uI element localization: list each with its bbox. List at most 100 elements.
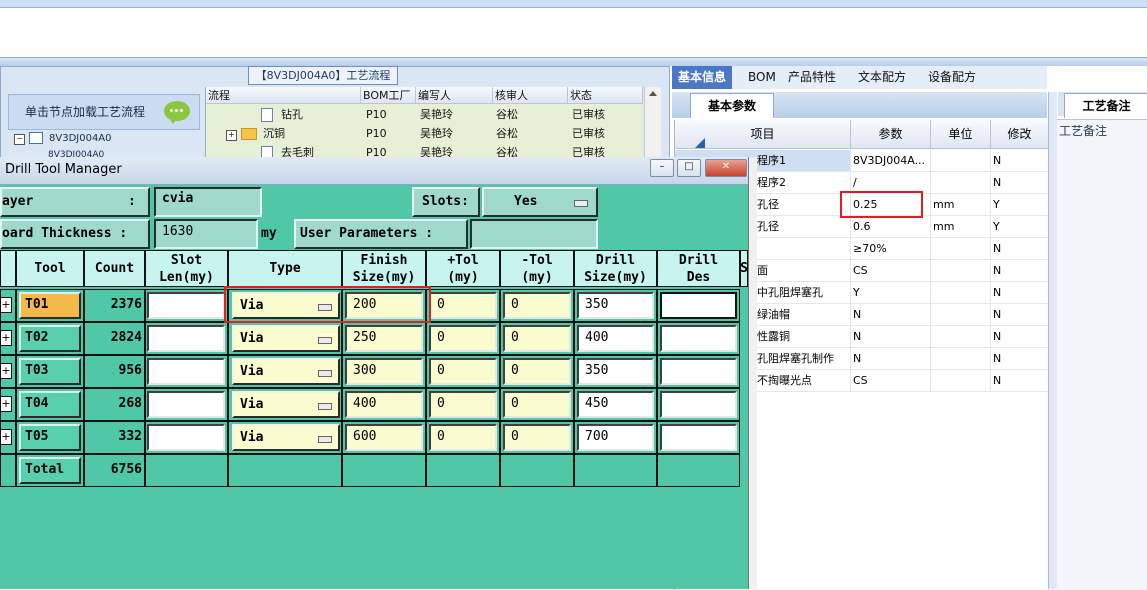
- tool-button-t05[interactable]: T05: [19, 424, 81, 451]
- scroll-up-icon[interactable]: [649, 91, 657, 96]
- col-header-count: Count: [84, 250, 145, 287]
- slot-length-input[interactable]: [147, 358, 225, 385]
- user-parameters-field[interactable]: [470, 219, 598, 249]
- param-value[interactable]: CS: [851, 260, 931, 282]
- drill-size-input[interactable]: 350: [577, 292, 654, 319]
- tool-button-t01[interactable]: T01: [19, 292, 81, 319]
- type-select[interactable]: Via: [232, 424, 340, 451]
- minus-tol-input[interactable]: 0: [503, 292, 571, 319]
- minus-tol-input[interactable]: 0: [503, 325, 571, 352]
- grid-cell-status: 已审核: [572, 146, 605, 158]
- grid-row-step[interactable]: 钻孔: [261, 106, 359, 124]
- row-select-icon[interactable]: +: [0, 429, 12, 445]
- param-value[interactable]: N: [851, 326, 931, 348]
- dropdown-icon: [318, 436, 332, 443]
- finish-size-input[interactable]: 250: [345, 325, 423, 352]
- vertical-scrollbar[interactable]: [644, 87, 661, 163]
- row-select-icon[interactable]: +: [0, 363, 12, 379]
- grid-header-writer[interactable]: 编写人: [416, 87, 493, 104]
- slot-length-input[interactable]: [147, 292, 225, 319]
- slot-length-input[interactable]: [147, 391, 225, 418]
- drill-des-input[interactable]: [660, 391, 737, 418]
- panel-splitter[interactable]: [1048, 92, 1057, 589]
- row-select-icon[interactable]: +: [0, 330, 12, 346]
- param-edit: N: [991, 238, 1049, 260]
- col-header-value[interactable]: 参数: [851, 120, 931, 149]
- drill-des-input[interactable]: [660, 424, 737, 451]
- expand-icon[interactable]: +: [226, 130, 237, 141]
- grid-row-step[interactable]: 去毛刺: [261, 144, 359, 158]
- maximize-button[interactable]: □: [677, 159, 701, 177]
- drill-des-input[interactable]: [660, 325, 737, 352]
- finish-size-input[interactable]: 400: [345, 391, 423, 418]
- grid-row-step[interactable]: + 沉铜: [226, 125, 359, 143]
- drill-size-input[interactable]: 350: [577, 358, 654, 385]
- tool-button-t03[interactable]: T03: [19, 358, 81, 385]
- type-select[interactable]: Via: [232, 391, 340, 418]
- plus-tol-input[interactable]: 0: [429, 325, 497, 352]
- grid-header-status[interactable]: 状态: [568, 87, 643, 104]
- plus-tol-input[interactable]: 0: [429, 358, 497, 385]
- total-count: 6756: [110, 462, 142, 477]
- type-select[interactable]: Via: [232, 325, 340, 352]
- grid-header-step[interactable]: 流程: [206, 87, 361, 104]
- type-select[interactable]: Via: [232, 358, 340, 385]
- finish-size-input[interactable]: 600: [345, 424, 423, 451]
- drill-window-title: Drill Tool Manager: [5, 162, 122, 177]
- row-select-icon[interactable]: +: [0, 396, 12, 412]
- plus-tol-input[interactable]: 0: [429, 391, 497, 418]
- tool-button-t04[interactable]: T04: [19, 391, 81, 418]
- layer-value-field[interactable]: cvia: [154, 187, 262, 217]
- drill-size-input[interactable]: 700: [577, 424, 654, 451]
- slots-select[interactable]: Yes: [482, 187, 598, 217]
- tab-product-features[interactable]: 产品特性: [782, 66, 842, 89]
- dropdown-icon: [318, 370, 332, 377]
- param-value[interactable]: 8V3DJ004A...: [851, 150, 931, 172]
- slot-length-input[interactable]: [147, 325, 225, 352]
- tab-equipment-recipe[interactable]: 设备配方: [922, 66, 982, 89]
- tree-node-label: 8V3DJ004A0: [49, 133, 112, 144]
- param-value[interactable]: 0.6: [851, 216, 931, 238]
- col-header-edit[interactable]: 修改: [991, 120, 1049, 149]
- minus-tol-input[interactable]: 0: [503, 391, 571, 418]
- col-header-unit[interactable]: 单位: [931, 120, 991, 149]
- tab-bom[interactable]: BOM: [742, 66, 782, 89]
- drill-des-input[interactable]: [660, 292, 737, 319]
- param-value[interactable]: N: [851, 348, 931, 370]
- grid-header-reviewer[interactable]: 核审人: [493, 87, 568, 104]
- param-value[interactable]: Y: [851, 282, 931, 304]
- param-value[interactable]: CS: [851, 370, 931, 392]
- param-unit: [931, 172, 991, 194]
- drill-size-input[interactable]: 400: [577, 325, 654, 352]
- slot-length-input[interactable]: [147, 424, 225, 451]
- collapse-icon[interactable]: −: [14, 134, 25, 145]
- tab-basic-info[interactable]: 基本信息: [672, 66, 733, 89]
- minus-tol-input[interactable]: 0: [503, 424, 571, 451]
- grid-cell-reviewer: 谷松: [496, 146, 518, 158]
- thickness-value-field[interactable]: 1630: [154, 219, 258, 249]
- param-value[interactable]: N: [851, 304, 931, 326]
- plus-tol-input[interactable]: 0: [429, 424, 497, 451]
- info-tabs: 基本信息 BOM 产品特性 文本配方 设备配方: [672, 66, 1047, 89]
- type-select-value: Via: [240, 364, 264, 379]
- param-edit: N: [991, 172, 1049, 194]
- close-button[interactable]: ✕: [705, 159, 747, 177]
- finish-size-input[interactable]: 300: [345, 358, 423, 385]
- user-parameters-button[interactable]: User Parameters :: [294, 219, 468, 249]
- minus-tol-input[interactable]: 0: [503, 358, 571, 385]
- toolbar-separator: [0, 57, 1147, 66]
- thickness-unit: my: [261, 226, 277, 241]
- tool-button-t02[interactable]: T02: [19, 325, 81, 352]
- row-select-icon[interactable]: +: [0, 297, 12, 313]
- drill-des-input[interactable]: [660, 358, 737, 385]
- minimize-button[interactable]: –: [650, 159, 674, 177]
- plus-tol-input[interactable]: 0: [429, 292, 497, 319]
- drill-size-input[interactable]: 450: [577, 391, 654, 418]
- param-value[interactable]: ≥70%: [851, 238, 931, 260]
- grid-header-plant[interactable]: BOM工厂: [361, 87, 416, 104]
- tab-text-recipe[interactable]: 文本配方: [852, 66, 912, 89]
- col-header-select: [0, 250, 16, 287]
- tab-basic-params[interactable]: 基本参数: [690, 93, 774, 118]
- tree-node[interactable]: − 8V3DJ004A0: [14, 130, 124, 148]
- tab-process-notes[interactable]: 工艺备注: [1064, 93, 1147, 118]
